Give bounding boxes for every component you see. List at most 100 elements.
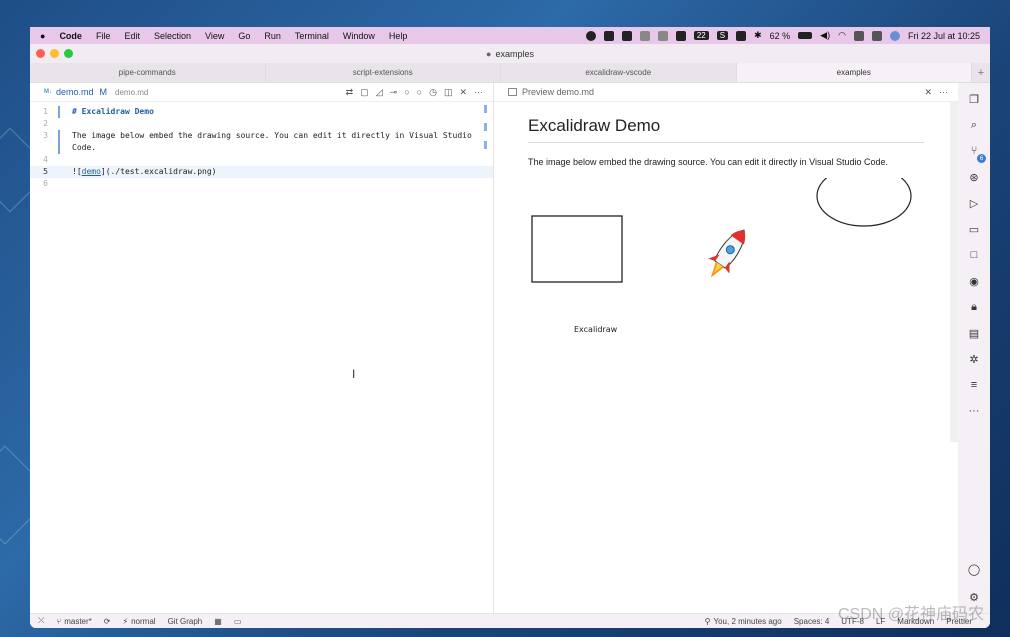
menu-go[interactable]: Go: [238, 31, 250, 41]
window-titlebar: ● examples: [30, 44, 990, 63]
bluetooth-icon[interactable]: ✱: [754, 30, 762, 41]
preview-tab-label: Preview demo.md: [522, 87, 595, 97]
git-blame-item[interactable]: ⚲ You, 2 minutes ago: [705, 617, 782, 626]
lock-icon[interactable]: 🔒︎: [966, 299, 982, 315]
status-tray: 22 S ✱ 62 % ◀) ◠ Fri 22 Jul at 10:25: [585, 30, 990, 41]
window-tab-pipe-commands[interactable]: pipe-commands: [30, 63, 266, 82]
minimize-window-button[interactable]: [50, 49, 59, 58]
compare-changes-icon[interactable]: ⇄: [346, 87, 354, 98]
activity-bar: ❐ ⌕ ⑂ 6 ⊛ ▷ ▭ □ ◉ 🔒︎ ▤ ✲ ≡ ··· ◯ ⚙: [958, 83, 990, 613]
close-window-button[interactable]: [36, 49, 45, 58]
excalidraw-drawing[interactable]: Excalidraw: [528, 178, 928, 358]
menu-terminal[interactable]: Terminal: [295, 31, 329, 41]
edit-drawing-icon[interactable]: ◿: [376, 87, 383, 98]
git-graph-status[interactable]: Git Graph: [168, 617, 203, 626]
vim-mode-item[interactable]: ⚡︎ normal: [122, 617, 155, 626]
window-tab-excalidraw-vscode[interactable]: excalidraw-vscode: [501, 63, 737, 82]
menu-file[interactable]: File: [96, 31, 111, 41]
menu-edit[interactable]: Edit: [124, 31, 140, 41]
run-debug-icon[interactable]: ▷: [966, 195, 982, 211]
markdown-file-icon: M↓: [44, 89, 52, 95]
github-icon[interactable]: ◉: [966, 273, 982, 289]
wifi-icon[interactable]: ◠: [838, 30, 846, 41]
preview-actions: ✕ ···: [924, 87, 958, 98]
git-commit-icon[interactable]: ⊸: [390, 87, 398, 98]
dots-grid-icon[interactable]: [639, 30, 650, 41]
menu-run[interactable]: Run: [264, 31, 281, 41]
explorer-icon[interactable]: ❐: [966, 91, 982, 107]
apple-icon[interactable]: ●: [40, 31, 45, 41]
editor-pane: M↓ demo.md M demo.md ⇄ ▢ ◿ ⊸ ○ ○ ◷ ◫ ✕ ·…: [30, 83, 494, 613]
preview-scrollbar[interactable]: [950, 102, 958, 442]
markdown-link-text[interactable]: demo: [82, 167, 101, 176]
code-line: 4: [43, 155, 48, 164]
clipboard-icon[interactable]: ▭: [234, 617, 242, 626]
menu-app-name[interactable]: Code: [59, 31, 82, 41]
split-editor-icon[interactable]: ◫: [444, 87, 453, 98]
kubernetes-icon[interactable]: ✲: [966, 351, 982, 367]
volume-icon[interactable]: ◀): [820, 30, 830, 41]
close-preview-icon[interactable]: ✕: [924, 87, 932, 98]
preview-tab[interactable]: Preview demo.md: [494, 87, 594, 97]
timeline-icon[interactable]: ◷: [429, 87, 437, 98]
menubar-clock[interactable]: Fri 22 Jul at 10:25: [908, 31, 980, 41]
menu-help[interactable]: Help: [389, 31, 408, 41]
calendar-badge[interactable]: 22: [693, 31, 709, 40]
diamond-icon[interactable]: [675, 30, 686, 41]
control-center-icon[interactable]: [871, 30, 882, 41]
preview-body: Excalidraw Demo The image below embed th…: [494, 102, 958, 167]
menu-selection[interactable]: Selection: [154, 31, 191, 41]
s-app-icon[interactable]: S: [716, 31, 729, 40]
tab-path: demo.md: [115, 87, 149, 97]
square-icon[interactable]: □: [966, 247, 982, 263]
record-icon[interactable]: [585, 30, 596, 41]
code-line: 6: [43, 179, 48, 188]
open-preview-icon[interactable]: ▢: [360, 87, 369, 98]
editor-tab-demo-md[interactable]: M↓ demo.md M demo.md: [30, 87, 148, 97]
code-editor[interactable]: 1 # Excalidraw Demo 2 3 The image below …: [30, 102, 493, 190]
close-tab-icon[interactable]: ✕: [459, 87, 467, 98]
remote-icon[interactable]: ⤬: [38, 616, 44, 626]
preview-icon: [508, 88, 517, 96]
battery-percent[interactable]: 62 %: [770, 31, 791, 41]
drawing-label: Excalidraw: [574, 325, 618, 334]
cloud-icon[interactable]: [603, 30, 614, 41]
new-tab-button[interactable]: +: [972, 63, 990, 82]
calendar-icon[interactable]: ▦: [214, 617, 222, 626]
mouse-cursor: I: [352, 367, 356, 381]
source-control-icon[interactable]: ⑂ 6: [966, 143, 986, 163]
gutter-modified-marker: [58, 106, 60, 118]
window-tab-script-extensions[interactable]: script-extensions: [266, 63, 501, 82]
preview-more-icon[interactable]: ···: [939, 87, 948, 98]
account-icon[interactable]: ◯: [966, 561, 982, 577]
window-tab-examples[interactable]: examples: [736, 63, 972, 82]
menu-window[interactable]: Window: [343, 31, 375, 41]
branch-item[interactable]: ⑂ master*: [56, 617, 91, 626]
grid-icon[interactable]: [621, 30, 632, 41]
code-line: Code.: [30, 142, 493, 154]
preview-paragraph: The image below embed the drawing source…: [528, 157, 889, 167]
preview-tabbar: Preview demo.md ✕ ···: [494, 83, 958, 102]
phone-icon[interactable]: [736, 30, 747, 41]
csdn-watermark: CSDN @花神庙码农: [837, 606, 984, 623]
battery-icon[interactable]: [798, 32, 813, 39]
display-icon[interactable]: [853, 30, 864, 41]
more-actions-icon[interactable]: ···: [474, 87, 483, 98]
arc-icon[interactable]: [657, 30, 668, 41]
code-line: 1 # Excalidraw Demo: [43, 106, 154, 118]
database-icon[interactable]: ≡: [966, 377, 982, 393]
preview-pane: Preview demo.md ✕ ··· Excalidraw Demo Th…: [494, 83, 958, 613]
sync-icon[interactable]: ⟳: [104, 617, 111, 626]
indentation-item[interactable]: Spaces: 4: [794, 617, 830, 626]
siri-icon[interactable]: [889, 30, 900, 41]
remote-explorer-icon[interactable]: ▭: [966, 221, 982, 237]
git-graph-icon[interactable]: ⊛: [966, 169, 982, 185]
docker-icon[interactable]: ▤: [966, 325, 982, 341]
search-icon[interactable]: ⌕: [966, 117, 982, 133]
more-views-icon[interactable]: ···: [966, 403, 982, 419]
minimap[interactable]: [484, 105, 487, 159]
maximize-window-button[interactable]: [64, 49, 73, 58]
menu-view[interactable]: View: [205, 31, 224, 41]
previous-change-icon[interactable]: ○: [404, 87, 409, 98]
next-change-icon[interactable]: ○: [417, 87, 422, 98]
